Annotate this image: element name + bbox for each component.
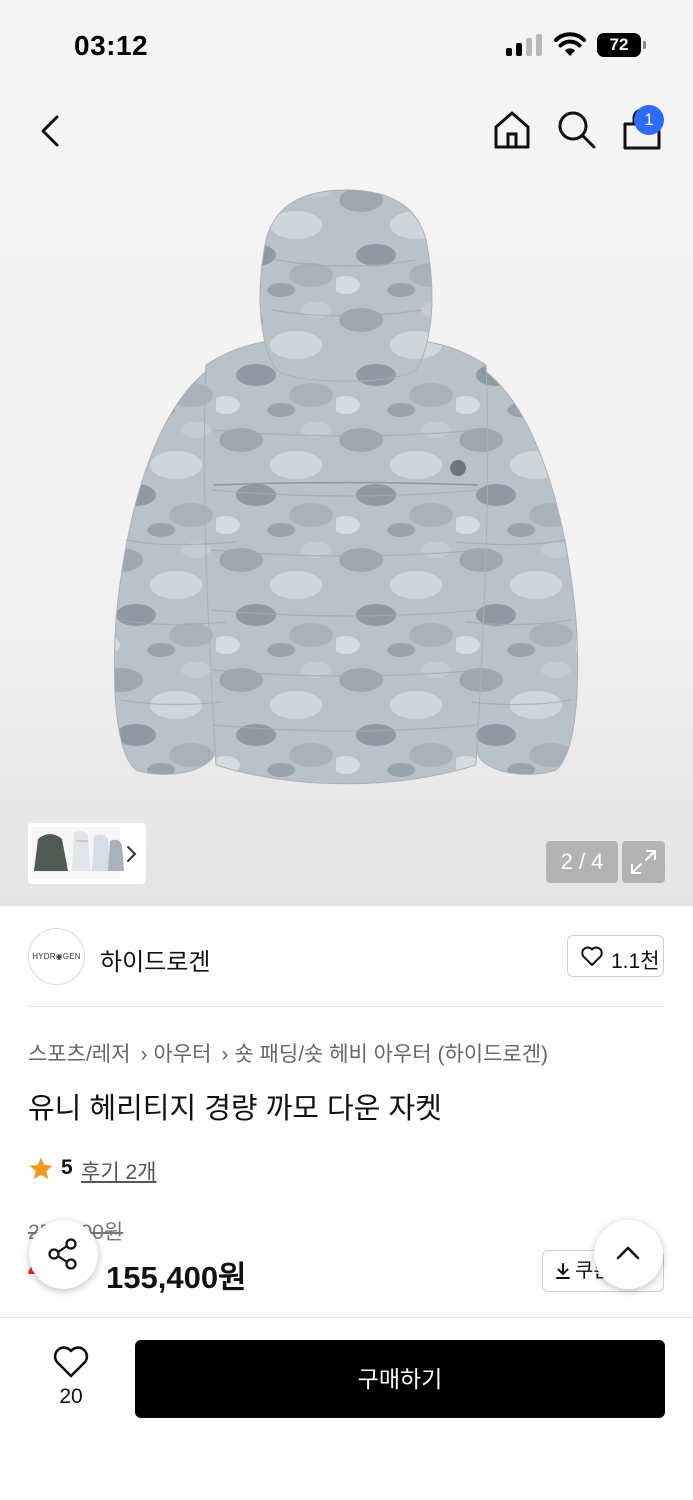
back-chevron-icon[interactable] bbox=[28, 108, 74, 154]
brand-name[interactable]: 하이드로겐 bbox=[100, 942, 210, 977]
chevron-right-icon[interactable] bbox=[122, 842, 142, 866]
share-button[interactable] bbox=[29, 1220, 98, 1289]
chevron-right-icon: › bbox=[221, 1043, 229, 1066]
chevron-up-icon bbox=[616, 1246, 640, 1260]
brand-like-count: 1.1천 bbox=[611, 950, 660, 973]
battery-icon: 72 bbox=[597, 33, 647, 57]
product-title: 유니 헤리티지 경량 까모 다운 자켓 bbox=[28, 1093, 442, 1125]
share-icon bbox=[48, 1238, 77, 1270]
review-link[interactable]: 후기 2개 bbox=[81, 1156, 156, 1186]
status-bar: 03:12 72 bbox=[0, 0, 693, 90]
divider bbox=[28, 1006, 665, 1007]
cart-count-badge: 1 bbox=[634, 105, 664, 135]
battery-level: 72 bbox=[597, 33, 641, 57]
status-time: 03:12 bbox=[74, 30, 149, 61]
brand-like-button[interactable]: 1.1천 bbox=[567, 935, 664, 977]
star-icon bbox=[29, 1157, 53, 1180]
breadcrumb-item[interactable]: 숏 패딩/숏 헤비 아우터 (하이드로겐) bbox=[234, 1043, 548, 1066]
expand-icon bbox=[631, 850, 656, 874]
rating-score: 5 bbox=[61, 1156, 73, 1179]
heart-icon bbox=[581, 946, 603, 966]
wish-count: 20 bbox=[59, 1385, 83, 1408]
expand-button[interactable] bbox=[622, 841, 665, 883]
image-page-counter: 2 / 4 bbox=[546, 841, 618, 883]
heart-icon[interactable] bbox=[52, 1345, 90, 1379]
breadcrumb: 스포츠/레저 › 아우터 › 숏 패딩/숏 헤비 아우터 (하이드로겐) bbox=[28, 1038, 548, 1068]
wifi-icon bbox=[554, 32, 586, 56]
breadcrumb-item[interactable]: 아우터 bbox=[153, 1043, 211, 1066]
search-icon[interactable] bbox=[553, 106, 599, 152]
chevron-right-icon: › bbox=[140, 1043, 148, 1066]
product-image bbox=[113, 189, 579, 785]
scroll-to-top-button[interactable] bbox=[594, 1220, 663, 1289]
home-icon[interactable] bbox=[488, 106, 536, 154]
breadcrumb-item[interactable]: 스포츠/레저 bbox=[28, 1043, 130, 1066]
buy-button[interactable]: 구매하기 bbox=[135, 1340, 665, 1418]
signal-icon bbox=[506, 34, 542, 56]
brand-logo[interactable]: HYDR◉GEN bbox=[28, 928, 85, 985]
download-icon bbox=[556, 1263, 570, 1279]
sale-price: 155,400원 bbox=[106, 1260, 247, 1295]
